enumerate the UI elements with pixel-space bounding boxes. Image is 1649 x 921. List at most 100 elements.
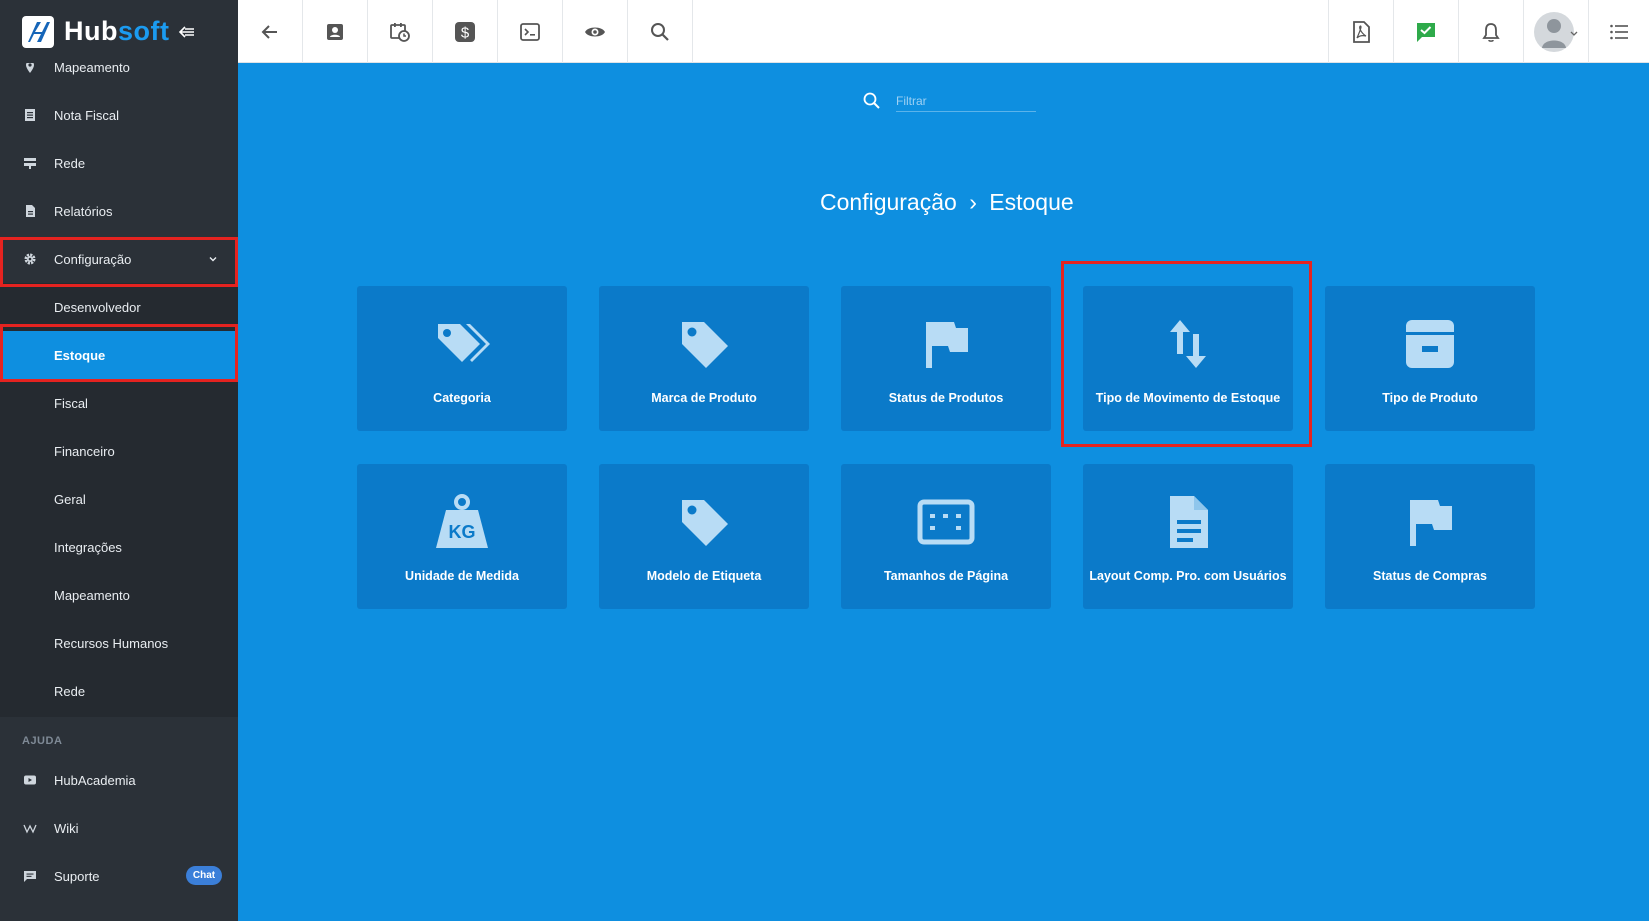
wikipedia-icon <box>23 824 37 834</box>
tile-status-de-compras[interactable]: Status de Compras <box>1325 464 1535 609</box>
weight-kg-icon: KG <box>436 494 488 548</box>
collapse-sidebar-icon[interactable] <box>177 22 197 42</box>
sidebar-item-label: Rede <box>54 155 86 171</box>
sidebar-item-label: Relatórios <box>54 203 113 219</box>
sidebar-subitem-integracoes[interactable]: Integrações <box>0 523 238 571</box>
sidebar-item-label: Mapeamento <box>54 587 130 603</box>
tile-tipo-de-produto[interactable]: Tipo de Produto <box>1325 286 1535 431</box>
tile-categoria[interactable]: Categoria <box>357 286 567 431</box>
network-icon <box>24 158 36 169</box>
pdf-icon <box>1353 20 1370 43</box>
svg-text:KG: KG <box>449 522 476 542</box>
sidebar-item-label: HubAcademia <box>54 772 136 788</box>
tile-label: Categoria <box>433 391 491 405</box>
menu-list-button[interactable] <box>1588 0 1649 63</box>
tile-tamanhos-de-pagina[interactable]: Tamanhos de Página <box>841 464 1051 609</box>
notifications-button[interactable] <box>1458 0 1523 63</box>
chat-badge[interactable]: Chat <box>186 866 222 885</box>
sidebar-item-label: Wiki <box>54 820 79 836</box>
user-menu-button[interactable] <box>1523 0 1588 63</box>
sidebar-item-relatorios[interactable]: Relatórios <box>0 187 238 235</box>
tile-unidade-de-medida[interactable]: KG Unidade de Medida <box>357 464 567 609</box>
bell-icon <box>1482 22 1500 42</box>
pdf-button[interactable] <box>1328 0 1393 63</box>
tile-label: Marca de Produto <box>651 391 757 405</box>
sidebar-subitem-geral[interactable]: Geral <box>0 475 238 523</box>
list-icon <box>1610 24 1628 39</box>
tile-layout-comp-pro-com-usuarios[interactable]: Layout Comp. Pro. com Usuários <box>1083 464 1293 609</box>
terminal-icon <box>520 22 540 41</box>
svg-text:$: $ <box>461 24 470 41</box>
search-button[interactable] <box>628 0 693 63</box>
tile-label: Status de Compras <box>1373 569 1487 583</box>
view-button[interactable] <box>563 0 628 63</box>
page-size-icon <box>917 499 975 545</box>
breadcrumb-current: Estoque <box>989 189 1074 215</box>
tile-modelo-de-etiqueta[interactable]: Modelo de Etiqueta <box>599 464 809 609</box>
search-icon <box>863 92 880 109</box>
sidebar-item-rede[interactable]: Rede <box>0 139 238 187</box>
sidebar-item-nota-fiscal[interactable]: Nota Fiscal <box>0 91 238 139</box>
sidebar-item-label: Configuração <box>54 251 132 267</box>
sidebar-subitem-fiscal[interactable]: Fiscal <box>0 379 238 427</box>
help-section-heading: AJUDA <box>22 735 63 747</box>
finance-button[interactable]: $ <box>433 0 498 63</box>
back-button[interactable] <box>238 0 303 63</box>
tile-label: Unidade de Medida <box>405 569 519 583</box>
tile-tipo-de-movimento-de-estoque[interactable]: Tipo de Movimento de Estoque <box>1083 286 1293 431</box>
sidebar-item-label: Geral <box>54 491 86 507</box>
tile-label: Status de Produtos <box>888 391 1004 405</box>
document-icon <box>1170 496 1208 548</box>
sidebar: Hubsoft Mapeamento Nota Fiscal Rede Rela… <box>0 0 238 921</box>
sidebar-item-configuracao[interactable]: Configuração <box>0 235 238 283</box>
terminal-button[interactable] <box>498 0 563 63</box>
receipt-icon <box>25 109 35 121</box>
tasks-button[interactable] <box>1393 0 1458 63</box>
tag-icon <box>682 500 728 546</box>
sidebar-item-suporte[interactable]: Suporte Chat <box>0 852 238 900</box>
check-message-icon <box>1417 22 1435 42</box>
report-icon <box>26 205 35 217</box>
sidebar-item-label: Suporte <box>54 868 100 884</box>
sidebar-subitem-rede[interactable]: Rede <box>0 667 238 715</box>
chevron-down-icon <box>209 257 217 262</box>
sidebar-item-label: Estoque <box>54 347 106 363</box>
sidebar-subitem-recursos-humanos[interactable]: Recursos Humanos <box>0 619 238 667</box>
filter-input[interactable] <box>896 90 1036 112</box>
tile-status-de-produtos[interactable]: Status de Produtos <box>841 286 1051 431</box>
dollar-icon: $ <box>455 21 475 42</box>
sidebar-subitem-estoque[interactable]: Estoque <box>0 331 238 379</box>
breadcrumb-parent[interactable]: Configuração <box>820 189 957 215</box>
contacts-button[interactable] <box>303 0 368 63</box>
tags-icon <box>438 324 490 362</box>
sidebar-item-hubacademia[interactable]: HubAcademia <box>0 756 238 804</box>
breadcrumb-separator: › <box>969 189 977 215</box>
tile-marca-de-produto[interactable]: Marca de Produto <box>599 286 809 431</box>
sidebar-item-label: Desenvolvedor <box>54 299 141 315</box>
sidebar-item-label: Financeiro <box>54 443 115 459</box>
tile-label: Tamanhos de Página <box>883 569 1009 583</box>
contact-card-icon <box>327 23 343 40</box>
tile-label: Layout Comp. Pro. com Usuários <box>1089 569 1287 583</box>
search-icon <box>651 22 669 41</box>
chat-icon <box>24 871 36 882</box>
sidebar-item-wiki[interactable]: Wiki <box>0 804 238 852</box>
calendar-clock-icon <box>390 22 410 42</box>
sidebar-subitem-mapeamento[interactable]: Mapeamento <box>0 571 238 619</box>
swap-vertical-icon <box>1170 320 1206 368</box>
avatar <box>1534 11 1578 52</box>
sidebar-item-label: Recursos Humanos <box>54 635 169 651</box>
flag-icon <box>1410 500 1452 546</box>
filter-bar <box>862 88 1038 114</box>
sidebar-subitem-financeiro[interactable]: Financeiro <box>0 427 238 475</box>
sidebar-item-label: Integrações <box>54 539 122 555</box>
schedule-button[interactable] <box>368 0 433 63</box>
brand-header: Hubsoft <box>0 0 238 63</box>
sidebar-subitem-desenvolvedor[interactable]: Desenvolvedor <box>0 283 238 331</box>
video-icon <box>24 775 36 785</box>
tile-label: Tipo de Produto <box>1382 391 1478 405</box>
back-arrow-icon <box>261 24 277 39</box>
top-toolbar: $ <box>238 0 1649 63</box>
eye-icon <box>585 27 605 36</box>
tag-icon <box>682 322 728 368</box>
